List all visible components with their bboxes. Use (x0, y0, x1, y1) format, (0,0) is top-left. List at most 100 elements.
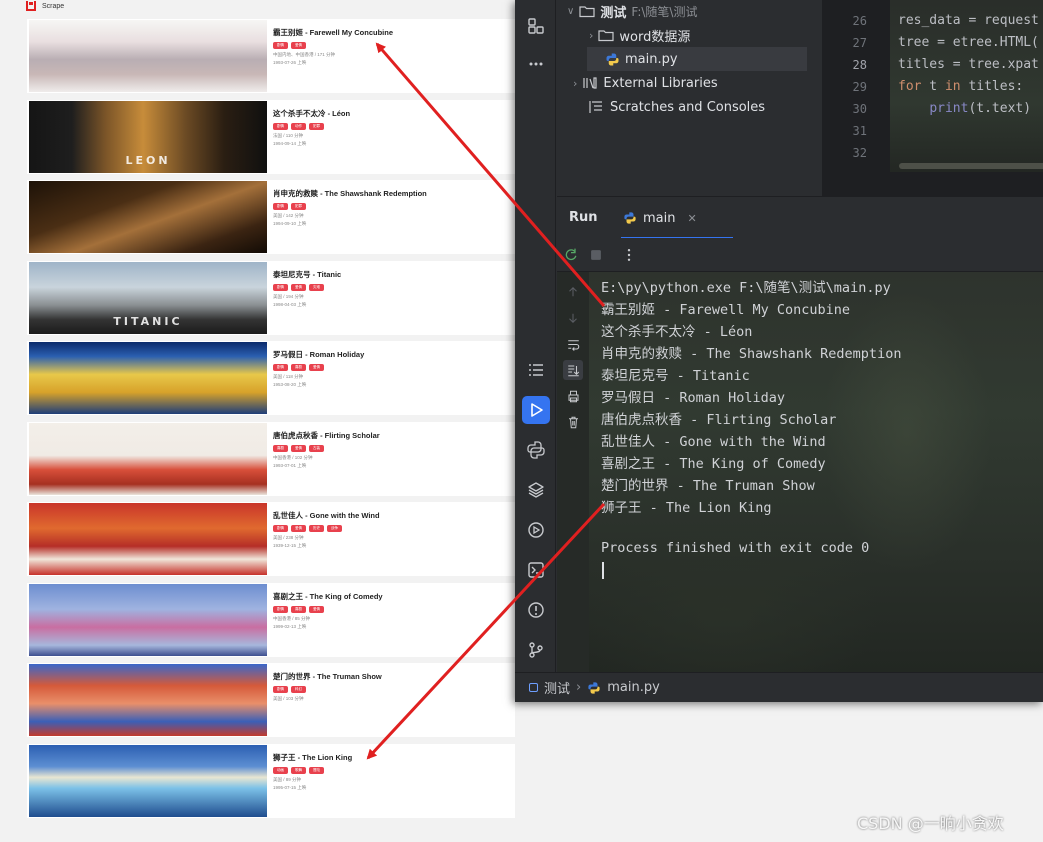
movie-info: 这个杀手不太冷 - Léon 剧情 动作 犯罪 法国 / 110 分钟 1994… (273, 108, 513, 147)
poster-flirting-scholar[interactable] (29, 422, 267, 495)
rerun-icon[interactable] (561, 245, 581, 265)
trash-icon[interactable] (563, 412, 583, 432)
movie-tag[interactable]: 犯罪 (309, 122, 324, 130)
movie-title[interactable]: 唐伯虎点秋香 - Flirting Scholar (273, 430, 513, 441)
poster-farewell-my-concubine[interactable] (29, 20, 267, 92)
movie-card[interactable]: 霸王别姬 - Farewell My Concubine 剧情 爱情 中国内地、… (27, 19, 520, 93)
stop-icon[interactable] (586, 245, 606, 265)
movie-tag[interactable]: 爱情 (309, 605, 324, 613)
text-cursor (602, 562, 604, 579)
tree-file-row[interactable]: main.py (587, 47, 807, 71)
movie-tag[interactable]: 历史 (309, 525, 324, 532)
movie-tag[interactable]: 战争 (327, 525, 342, 532)
movie-tag[interactable]: 喜剧 (291, 364, 306, 371)
movie-title[interactable]: 肖申克的救赎 - The Shawshank Redemption (273, 188, 513, 199)
tree-folder-label: word数据源 (619, 29, 691, 45)
movie-tag[interactable]: 剧情 (273, 283, 288, 291)
movie-tag[interactable]: 剧情 (273, 605, 288, 613)
movie-title[interactable]: 喜剧之王 - The King of Comedy (273, 591, 513, 602)
movie-tag[interactable]: 爱情 (291, 42, 306, 49)
movie-title[interactable]: 泰坦尼克号 - Titanic (273, 269, 513, 280)
tree-folder-row[interactable]: › word数据源 (589, 23, 690, 47)
movie-card[interactable]: TITANIC 泰坦尼克号 - Titanic 剧情 爱情 灾难 美国 / 19… (27, 260, 520, 335)
run-icon[interactable] (522, 396, 550, 424)
movie-tags: 动画 歌舞 冒险 (273, 766, 513, 774)
editor-horizontal-scrollbar[interactable] (899, 163, 1043, 169)
movie-title[interactable]: 霸王别姬 - Farewell My Concubine (273, 27, 513, 38)
code-editor[interactable]: 26 27 28 29 30 31 32 res_data = request … (822, 0, 1043, 196)
movie-meta: 美国 / 194 分钟 (273, 293, 304, 299)
structure-icon[interactable] (522, 12, 550, 40)
poster-titanic[interactable]: TITANIC (29, 261, 267, 334)
services-icon[interactable] (522, 516, 550, 544)
soft-wrap-icon[interactable] (563, 334, 583, 354)
movie-title[interactable]: 罗马假日 - Roman Holiday (273, 349, 513, 360)
movie-tag[interactable]: 动画 (273, 766, 288, 774)
breadcrumb-file[interactable]: main.py (607, 680, 660, 695)
tree-scratches-row[interactable]: Scratches and Consoles (589, 95, 765, 119)
poster-roman-holiday[interactable] (29, 342, 267, 414)
movie-tag[interactable]: 冒险 (309, 766, 324, 774)
layers-icon[interactable] (522, 476, 550, 504)
chevron-right-icon[interactable]: › (573, 77, 577, 90)
movie-tag[interactable]: 爱情 (309, 364, 324, 371)
run-console-output[interactable]: E:\py\python.exe F:\随笔\测试\main.py 霸王别姬 -… (589, 272, 1043, 672)
movie-card[interactable]: 肖申克的救赎 - The Shawshank Redemption 剧情 犯罪 … (27, 180, 520, 254)
more-vertical-icon[interactable] (619, 245, 639, 265)
chevron-right-icon[interactable]: › (589, 29, 593, 42)
movie-tag[interactable]: 犯罪 (291, 203, 306, 210)
arrow-up-icon[interactable] (563, 282, 583, 302)
movie-tag[interactable]: 爱情 (291, 525, 306, 532)
movie-card[interactable]: 罗马假日 - Roman Holiday 剧情 喜剧 爱情 美国 / 118 分… (27, 341, 520, 415)
movie-tag[interactable]: 爱情 (291, 283, 306, 291)
poster-lion-king[interactable] (29, 744, 267, 817)
movie-tag[interactable]: 剧情 (273, 122, 288, 130)
movie-card[interactable]: 唐伯虎点秋香 - Flirting Scholar 喜剧 爱情 古装 中国香港 … (27, 421, 520, 496)
movie-tag[interactable]: 古装 (309, 444, 324, 452)
chevron-down-icon[interactable]: ∨ (567, 6, 574, 17)
movie-card[interactable]: 乱世佳人 - Gone with the Wind 剧情 爱情 历史 战争 美国… (27, 502, 520, 576)
poster-shawshank[interactable] (29, 181, 267, 253)
arrow-down-icon[interactable] (563, 308, 583, 328)
terminal-icon[interactable] (522, 556, 550, 584)
movie-card[interactable]: LEON 这个杀手不太冷 - Léon 剧情 动作 犯罪 法国 / 110 分钟… (27, 99, 520, 174)
print-icon[interactable] (563, 386, 583, 406)
movie-tag[interactable]: 歌舞 (291, 766, 306, 774)
tree-external-libraries-row[interactable]: › External Libraries (573, 71, 718, 95)
python-console-icon[interactable] (522, 436, 550, 464)
poster-king-of-comedy[interactable] (29, 583, 267, 656)
poster-gone-with-the-wind[interactable] (29, 503, 267, 575)
git-branch-icon[interactable] (522, 636, 550, 664)
site-brand[interactable]: Scrape (26, 0, 64, 12)
movie-tag[interactable]: 爱情 (291, 444, 306, 452)
list-icon[interactable] (522, 356, 550, 384)
movie-tag[interactable]: 喜剧 (273, 444, 288, 452)
movie-tag[interactable]: 剧情 (273, 203, 288, 210)
movie-tag[interactable]: 动作 (291, 122, 306, 130)
python-file-icon (624, 212, 636, 224)
movie-title[interactable]: 狮子王 - The Lion King (273, 752, 513, 763)
problems-icon[interactable] (522, 596, 550, 624)
movie-tag[interactable]: 剧情 (273, 686, 288, 693)
movie-tag[interactable]: 剧情 (273, 42, 288, 49)
run-tab-main[interactable]: main ✕ (621, 197, 733, 239)
movie-tag[interactable]: 剧情 (273, 525, 288, 532)
scroll-to-end-icon[interactable] (563, 360, 583, 380)
poster-leon[interactable]: LEON (29, 100, 267, 173)
movie-tag[interactable]: 喜剧 (291, 605, 306, 613)
movie-tag[interactable]: 灾难 (309, 283, 324, 291)
movie-title[interactable]: 乱世佳人 - Gone with the Wind (273, 510, 513, 521)
more-icon[interactable] (522, 50, 550, 78)
movie-tag[interactable]: 剧情 (273, 364, 288, 371)
movie-title[interactable]: 楚门的世界 - The Truman Show (273, 671, 513, 682)
close-icon[interactable]: ✕ (687, 212, 696, 225)
movie-card[interactable]: 喜剧之王 - The King of Comedy 剧情 喜剧 爱情 中国香港 … (27, 582, 520, 657)
editor-text-area[interactable]: res_data = request tree = etree.HTML( ti… (890, 0, 1043, 172)
poster-truman-show[interactable] (29, 664, 267, 736)
breadcrumb-project[interactable]: 测试 (544, 678, 570, 697)
movie-tag[interactable]: 科幻 (291, 686, 306, 693)
movie-card[interactable]: 楚门的世界 - The Truman Show 剧情 科幻 美国 / 103 分… (27, 663, 520, 737)
movie-title[interactable]: 这个杀手不太冷 - Léon (273, 108, 513, 119)
movie-card[interactable]: 狮子王 - The Lion King 动画 歌舞 冒险 美国 / 89 分钟 … (27, 743, 520, 818)
project-root-row[interactable]: ∨ 测试 F:\随笔\测试 (567, 0, 697, 23)
